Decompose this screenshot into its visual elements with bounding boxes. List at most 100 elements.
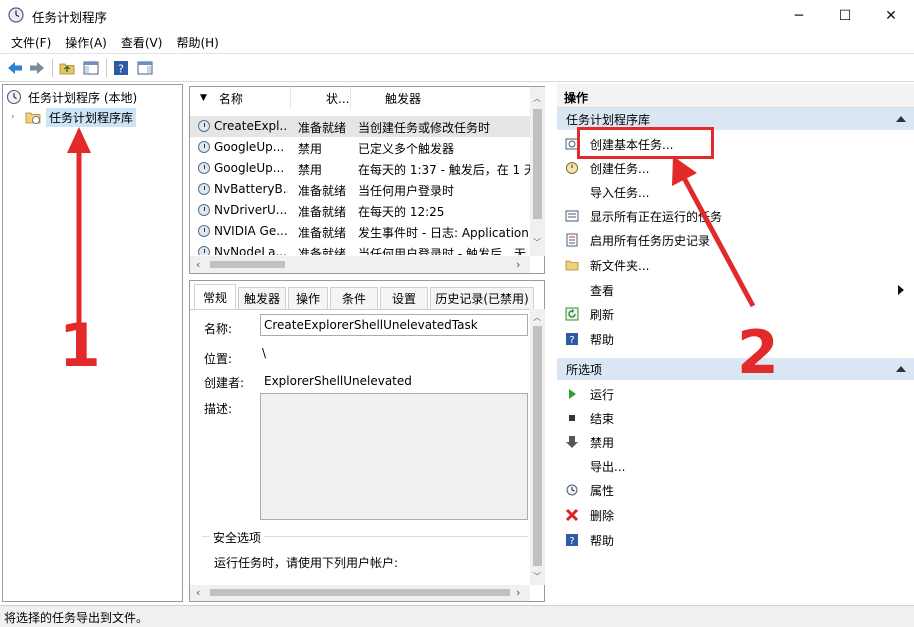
annotation-arrow-1 — [67, 127, 91, 330]
scroll-right-icon[interactable]: › — [516, 258, 520, 271]
location-label: 位置: — [204, 352, 233, 366]
refresh-icon — [565, 307, 579, 321]
task-row[interactable]: NvNodeLa... 准备就绪 当任何用户登录时 - 触发后，无 — [190, 242, 530, 255]
tab-conditions[interactable]: 条件 — [330, 287, 378, 309]
tab-actions[interactable]: 操作 — [288, 287, 328, 309]
menu-action[interactable]: 操作(A) — [58, 34, 114, 51]
tab-settings[interactable]: 设置 — [380, 287, 428, 309]
security-options-label: 安全选项 — [210, 529, 265, 546]
show-hide-console-tree-icon[interactable] — [82, 59, 100, 77]
status-text: 将选择的任务导出到文件。 — [4, 611, 149, 625]
svg-text:?: ? — [118, 63, 124, 76]
history-icon — [566, 233, 578, 247]
scroll-up-icon[interactable]: ︿ — [533, 312, 541, 323]
task-row[interactable]: CreateExpl... 准备就绪 当创建任务或修改任务时 — [190, 116, 530, 137]
delete-icon — [565, 508, 579, 522]
action-properties[interactable]: 属性 — [557, 478, 914, 502]
properties-icon — [566, 484, 578, 496]
security-text: 运行任务时，请使用下列用户帐户: — [214, 556, 399, 570]
task-clock-icon — [198, 141, 210, 153]
help-icon: ? — [566, 333, 578, 346]
name-field[interactable]: CreateExplorerShellUnelevatedTask — [260, 314, 528, 336]
task-clock-icon — [198, 225, 210, 237]
action-end[interactable]: 结束 — [557, 406, 914, 430]
tab-history[interactable]: 历史记录(已禁用) — [430, 287, 534, 309]
scroll-down-icon[interactable]: ﹀ — [533, 237, 541, 248]
task-row[interactable]: GoogleUp... 禁用 在每天的 1:37 - 触发后，在 1 天 — [190, 158, 530, 179]
scroll-left-icon[interactable]: ‹ — [196, 258, 200, 271]
back-arrow-icon[interactable] — [6, 59, 24, 77]
detail-vertical-scrollbar[interactable]: ︿ ﹀ — [530, 309, 545, 585]
scroll-left-icon[interactable]: ‹ — [196, 586, 200, 599]
tree-item-library[interactable]: › 任务计划程序库 — [11, 107, 137, 127]
author-label: 创建者: — [204, 376, 245, 390]
window-title: 任务计划程序 — [32, 10, 108, 25]
task-row[interactable]: GoogleUp... 禁用 已定义多个触发器 — [190, 137, 530, 158]
collapse-up-icon[interactable] — [896, 366, 906, 372]
title-bar: 任务计划程序 ─ ☐ ✕ — [0, 0, 914, 31]
action-disable[interactable]: 禁用 — [557, 430, 914, 454]
annotation-number-2: 2 — [737, 318, 779, 388]
up-folder-icon[interactable] — [58, 59, 76, 77]
help-icon[interactable]: ? — [112, 59, 130, 77]
close-button[interactable]: ✕ — [868, 0, 914, 31]
show-hide-action-pane-icon[interactable] — [136, 59, 154, 77]
task-scheduler-icon — [8, 7, 24, 23]
annotation-number-1: 1 — [59, 311, 101, 381]
action-help[interactable]: ? 帮助 — [557, 327, 914, 351]
stop-icon — [569, 415, 575, 421]
name-label: 名称: — [204, 322, 233, 336]
actions-title: 操作 — [564, 91, 589, 105]
forward-arrow-icon[interactable] — [28, 59, 46, 77]
description-label: 描述: — [204, 402, 233, 416]
tab-general[interactable]: 常规 — [194, 284, 236, 310]
action-export[interactable]: 导出... — [557, 454, 914, 478]
scroll-thumb[interactable] — [533, 109, 542, 219]
section-header-selected[interactable]: 所选项 — [557, 358, 914, 380]
actions-pane: 操作 任务计划程序库 创建基本任务... 创建任务... 导入任务... 显示所… — [557, 84, 914, 602]
tree-item-root[interactable]: 任务计划程序 (本地) — [6, 87, 137, 107]
svg-text:?: ? — [569, 536, 574, 547]
description-field[interactable] — [260, 393, 528, 520]
tree-library-label: 任务计划程序库 — [46, 107, 137, 127]
scroll-thumb[interactable] — [210, 589, 510, 596]
column-header-name[interactable]: ▼ 名称 — [190, 87, 291, 109]
column-header-trigger[interactable]: 触发器 — [351, 87, 531, 109]
maximize-button[interactable]: ☐ — [822, 0, 868, 31]
task-clock-icon — [198, 183, 210, 195]
task-clock-icon — [198, 162, 210, 174]
detail-horizontal-scrollbar[interactable]: ‹ › — [190, 585, 530, 601]
scroll-thumb[interactable] — [210, 261, 285, 268]
scroll-right-icon[interactable]: › — [516, 586, 520, 599]
task-row[interactable]: NvDriverU... 准备就绪 在每天的 12:25 — [190, 200, 530, 221]
tab-triggers[interactable]: 触发器 — [238, 287, 286, 309]
scroll-down-icon[interactable]: ﹀ — [533, 571, 541, 582]
minimize-button[interactable]: ─ — [776, 0, 822, 31]
column-header-status[interactable]: 状... — [291, 87, 351, 109]
action-delete[interactable]: 删除 — [557, 503, 914, 527]
action-run[interactable]: 运行 — [557, 382, 914, 406]
menu-file[interactable]: 文件(F) — [4, 34, 58, 51]
location-value: \ — [262, 346, 267, 360]
status-bar: 将选择的任务导出到文件。 — [0, 605, 914, 627]
submenu-arrow-icon — [898, 285, 904, 295]
task-row[interactable]: NvBatteryB... 准备就绪 当任何用户登录时 — [190, 179, 530, 200]
menu-help[interactable]: 帮助(H) — [169, 34, 225, 51]
task-clock-icon — [198, 204, 210, 216]
list-vertical-scrollbar[interactable]: ︿ ﹀ — [530, 87, 545, 256]
action-help-selected[interactable]: ? 帮助 — [557, 528, 914, 552]
clock-icon — [6, 89, 22, 105]
task-detail: 常规 触发器 操作 条件 设置 历史记录(已禁用) 名称: CreateExpl… — [189, 280, 545, 602]
annotation-arrow-2 — [672, 156, 756, 308]
collapse-up-icon[interactable] — [896, 116, 906, 122]
tree-root-label: 任务计划程序 (本地) — [28, 90, 138, 105]
list-horizontal-scrollbar[interactable]: ‹ › — [190, 256, 530, 273]
scroll-up-icon[interactable]: ︿ — [533, 93, 541, 104]
running-tasks-icon — [565, 210, 579, 222]
menu-view[interactable]: 查看(V) — [114, 34, 170, 51]
task-row[interactable]: NVIDIA Ge... 准备就绪 发生事件时 - 日志: Applicatio… — [190, 221, 530, 242]
chevron-right-icon[interactable]: › — [11, 112, 21, 122]
run-icon — [569, 389, 576, 399]
author-value: ExplorerShellUnelevated — [264, 374, 412, 388]
scroll-thumb[interactable] — [533, 326, 542, 566]
